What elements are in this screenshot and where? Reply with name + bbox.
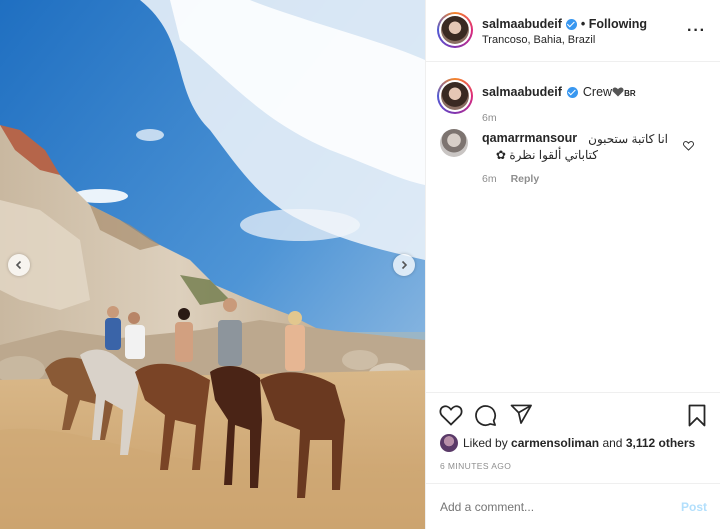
likes-text: Liked by carmensoliman and 3,112 others [463,436,696,450]
post-details-panel: salmaabudeif • Following Trancoso, Bahia… [425,0,720,529]
author-username[interactable]: salmaabudeif [482,17,562,31]
add-comment-bar: Post [426,483,720,529]
likes-count[interactable]: 3,112 others [626,436,695,450]
reply-button[interactable]: Reply [511,173,540,185]
add-comment-input[interactable] [440,500,650,514]
post-header: salmaabudeif • Following Trancoso, Bahia… [426,0,720,62]
commenter-avatar[interactable] [440,129,468,157]
next-photo-button[interactable] [393,254,415,276]
liker-username[interactable]: carmensoliman [511,436,599,450]
caption-text: Crew BR [582,85,636,99]
caption-avatar[interactable] [437,78,473,114]
liker-avatar[interactable] [440,434,458,452]
like-heart-icon[interactable] [439,404,463,429]
chevron-right-icon [401,260,408,270]
post-photo[interactable] [0,0,425,529]
comment-time: 6m [482,173,497,185]
share-send-icon[interactable] [510,404,533,428]
save-bookmark-icon[interactable] [688,404,706,430]
caption-username[interactable]: salmaabudeif [482,85,562,99]
black-heart-icon [612,87,624,97]
previous-photo-button[interactable] [8,254,30,276]
post-location[interactable]: Trancoso, Bahia, Brazil [482,34,595,46]
flower-emoji-icon: ✿ [495,148,506,162]
following-status[interactable]: • Following [581,17,647,31]
post-comment-button[interactable]: Post [681,500,707,514]
verified-badge-icon [565,18,577,30]
likes-summary: Liked by carmensoliman and 3,112 others [440,434,695,452]
comment-body: انا كاتبة ستحبون كتاباتي ألقوا نظرة ✿ [482,131,668,163]
comments-section: salmaabudeif Crew BR 6m qamarrmansour انا… [426,62,720,392]
photo-scene [0,0,425,529]
comment-line-1: انا كاتبة ستحبون [588,132,668,146]
verified-badge-icon [566,86,578,98]
action-bar [426,392,720,437]
chevron-left-icon [15,260,22,270]
like-comment-heart-icon[interactable] [683,140,694,154]
comment-bubble-icon[interactable] [474,404,497,430]
author-avatar[interactable] [437,12,473,48]
post-timestamp[interactable]: 6 MINUTES AGO [440,461,511,471]
comment-line-2: كتاباتي ألقوا نظرة ✿ [495,148,598,162]
more-dots-icon[interactable]: ··· [687,22,706,40]
caption-time: 6m [482,112,497,124]
